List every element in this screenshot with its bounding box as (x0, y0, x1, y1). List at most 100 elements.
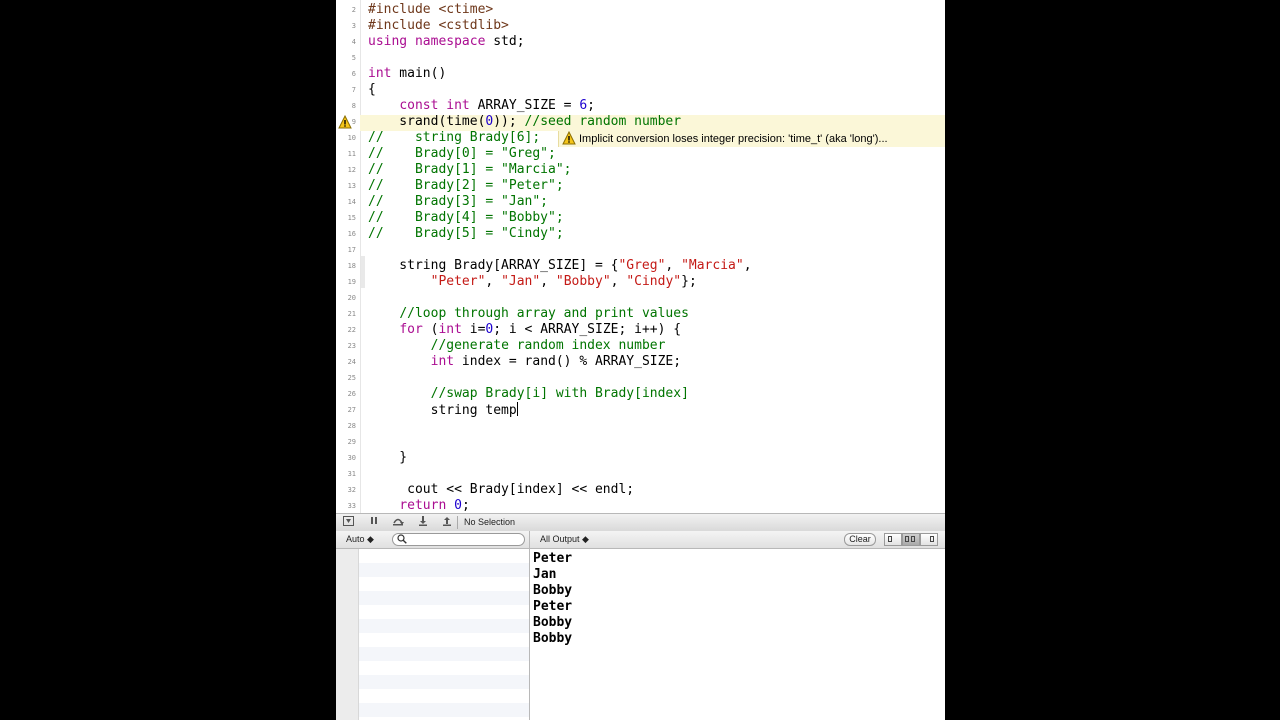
line-number: 29 (347, 438, 356, 446)
code-line[interactable]: 25 (336, 370, 945, 386)
variables-pane[interactable] (336, 549, 530, 720)
code-text: #include <cstdlib> (368, 18, 509, 33)
show-both-views-button[interactable] (902, 533, 920, 546)
line-number: 17 (347, 246, 356, 254)
output-line: Bobby (533, 583, 573, 598)
code-text: cout << Brady[index] << endl; (368, 482, 635, 497)
code-line[interactable]: 14 // Brady[3] = "Jan"; (336, 194, 945, 210)
code-line[interactable]: 8 const int ARRAY_SIZE = 6; (336, 98, 945, 114)
code-text: // Brady[5] = "Cindy"; (368, 226, 564, 241)
output-line: Jan (533, 567, 557, 582)
pause-icon[interactable] (367, 516, 380, 528)
code-line[interactable]: 13 // Brady[2] = "Peter"; (336, 178, 945, 194)
code-line[interactable]: 29 (336, 434, 945, 450)
code-text: const int ARRAY_SIZE = 6; (399, 98, 595, 113)
debug-bar: No Selection (336, 513, 945, 532)
code-text: { (368, 82, 376, 97)
code-text: return 0; (399, 498, 470, 513)
code-editor[interactable]: 2 #include <ctime> 3 #include <cstdlib> 4 usi… (336, 0, 945, 513)
code-text: //loop through array and print values (399, 306, 689, 321)
code-line[interactable]: 32 cout << Brady[index] << endl; (336, 482, 945, 498)
code-line[interactable]: 31 (336, 466, 945, 482)
line-number: 4 (351, 38, 356, 46)
code-line[interactable]: 16 // Brady[5] = "Cindy"; (336, 226, 945, 242)
code-line[interactable]: 23 //generate random index number (336, 338, 945, 354)
code-line[interactable]: 5 (336, 50, 945, 66)
code-text: // Brady[2] = "Peter"; (368, 178, 564, 193)
line-number: 26 (347, 390, 356, 398)
line-number: 19 (347, 278, 356, 286)
line-number: 15 (347, 214, 356, 222)
code-line[interactable]: 24 int index = rand() % ARRAY_SIZE; (336, 354, 945, 370)
code-line[interactable]: 20 (336, 290, 945, 306)
code-text: //generate random index number (430, 338, 666, 353)
output-line: Bobby (533, 615, 573, 630)
clear-button[interactable]: Clear (844, 533, 876, 546)
console-output-pane[interactable]: Peter Jan Bobby Peter Bobby Bobby (530, 549, 945, 720)
code-text: // string Brady[6]; (368, 130, 541, 145)
code-line[interactable]: 22 for (int i=0; i < ARRAY_SIZE; i++) { (336, 322, 945, 338)
output-filter-popup[interactable]: All Output ◆ (540, 531, 589, 548)
console-output: Peter Jan Bobby Peter Bobby Bobby (533, 551, 572, 647)
warning-icon[interactable] (338, 115, 352, 129)
code-line[interactable]: 6 int main() (336, 66, 945, 82)
step-into-icon[interactable] (416, 516, 429, 528)
code-text: // Brady[3] = "Jan"; (368, 194, 549, 209)
step-over-icon[interactable] (391, 516, 404, 528)
variables-row (359, 563, 529, 577)
code-line[interactable]: 9 srand(time(0)); //seed random number (336, 114, 945, 130)
code-line[interactable]: 28 (336, 418, 945, 434)
line-number: 13 (347, 182, 356, 190)
code-line[interactable]: 7{ (336, 82, 945, 98)
line-number: 23 (347, 342, 356, 350)
step-out-icon[interactable] (440, 516, 453, 528)
line-number: 20 (347, 294, 356, 302)
warning-message[interactable]: Implicit conversion loses integer precis… (558, 131, 945, 147)
line-number: 6 (351, 70, 356, 78)
code-line[interactable]: 21 //loop through array and print values (336, 306, 945, 322)
hide-debug-icon[interactable] (342, 516, 355, 528)
selection-label: No Selection (464, 517, 516, 527)
line-number: 28 (347, 422, 356, 430)
line-number: 18 (347, 262, 356, 270)
variables-row (359, 619, 529, 633)
warning-icon (562, 131, 576, 145)
show-variables-view-button[interactable] (884, 533, 902, 546)
code-line[interactable]: 27 string temp (336, 402, 945, 418)
code-line[interactable]: 18 string Brady[ARRAY_SIZE] = {"Greg", "… (336, 258, 945, 274)
line-number: 7 (351, 86, 356, 94)
code-text: } (368, 450, 408, 465)
variables-row (359, 675, 529, 689)
scope-popup[interactable]: Auto ◆ (346, 531, 374, 548)
line-number: 24 (347, 358, 356, 366)
code-line[interactable]: 2 #include <ctime> (336, 2, 945, 18)
code-line[interactable]: 11 // Brady[0] = "Greg"; (336, 146, 945, 162)
code-line[interactable]: 19 "Peter", "Jan", "Bobby", "Cindy"}; (336, 274, 945, 290)
code-line[interactable]: 17 (336, 242, 945, 258)
variables-row (359, 591, 529, 605)
line-number: 30 (347, 454, 356, 462)
code-line[interactable]: 26 //swap Brady[i] with Brady[index] (336, 386, 945, 402)
code-text: //swap Brady[i] with Brady[index] (430, 386, 689, 401)
line-number: 12 (347, 166, 356, 174)
code-line[interactable]: 3 #include <cstdlib> (336, 18, 945, 34)
search-icon (397, 534, 407, 544)
line-number: 32 (347, 486, 356, 494)
line-number: 21 (347, 310, 356, 318)
code-text: // Brady[1] = "Marcia"; (368, 162, 572, 177)
code-text: using namespace std; (368, 34, 525, 49)
show-console-view-button[interactable] (920, 533, 938, 546)
code-line[interactable]: 30 } (336, 450, 945, 466)
code-line[interactable]: 15 // Brady[4] = "Bobby"; (336, 210, 945, 226)
code-text: int main() (368, 66, 447, 81)
code-text: // Brady[0] = "Greg"; (368, 146, 556, 161)
code-line[interactable]: 33 return 0; (336, 498, 945, 513)
warning-text: Implicit conversion loses integer precis… (579, 133, 888, 145)
line-number: 25 (347, 374, 356, 382)
xcode-window: 2 #include <ctime> 3 #include <cstdlib> 4 usi… (336, 0, 945, 720)
code-line[interactable]: 4 using namespace std; (336, 34, 945, 50)
code-line[interactable]: 12 // Brady[1] = "Marcia"; (336, 162, 945, 178)
line-number: 11 (347, 150, 356, 158)
pane-separator (529, 531, 530, 548)
variables-search-field[interactable] (392, 533, 525, 546)
